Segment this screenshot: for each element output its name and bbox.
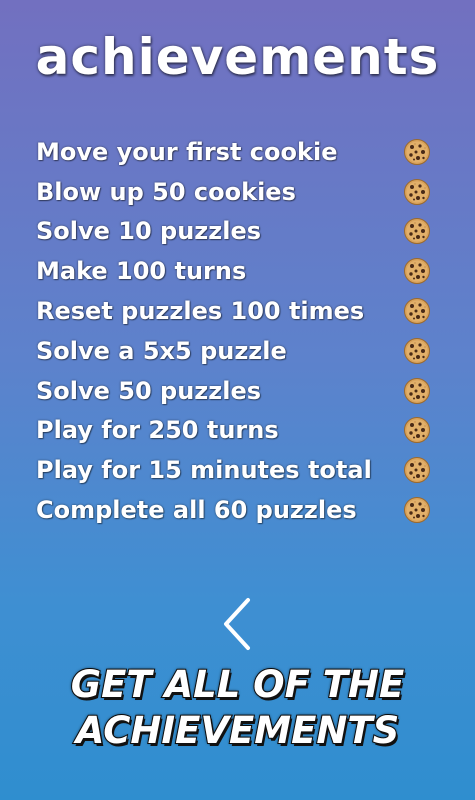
achievement-row: Solve 10 puzzles [36,212,441,252]
achievement-row: Solve a 5x5 puzzle [36,331,441,371]
back-button[interactable] [218,596,258,652]
page-title: achievements [35,28,440,86]
cookie-icon [404,218,430,245]
achievement-label: Reset puzzles 100 times [36,297,365,326]
achievement-label: Play for 250 turns [36,416,279,445]
achievements-list: Move your first cookie Blow up 50 cookie… [36,132,441,530]
achievement-label: Solve a 5x5 puzzle [36,336,287,365]
achievement-label: Make 100 turns [36,257,247,286]
achievement-label: Blow up 50 cookies [36,177,296,206]
cookie-icon [404,497,430,524]
achievements-banner: GET ALL OF THE ACHIEVEMENTS [0,662,475,754]
achievement-label: Complete all 60 puzzles [36,496,357,525]
achievement-label: Move your first cookie [36,137,338,166]
cookie-icon [404,258,430,285]
cookie-icon [404,457,430,484]
cookie-icon [404,337,430,364]
chevron-left-icon [224,598,250,650]
achievement-row: Move your first cookie [36,132,441,172]
achievement-row: Complete all 60 puzzles [36,490,441,530]
cookie-icon [404,298,430,325]
achievement-row: Make 100 turns [36,251,441,291]
achievement-row: Solve 50 puzzles [36,371,441,411]
cookie-icon [404,417,430,444]
achievement-label: Play for 15 minutes total [36,456,372,485]
achievement-row: Play for 15 minutes total [36,450,441,490]
achievement-label: Solve 10 puzzles [36,217,262,246]
cookie-icon [404,178,430,205]
achievement-row: Blow up 50 cookies [36,172,441,212]
cookie-icon [404,138,430,165]
banner-line-1: GET ALL OF THE [70,662,406,707]
achievement-row: Play for 250 turns [36,411,441,451]
banner-line-2: ACHIEVEMENTS [75,708,401,753]
achievement-row: Reset puzzles 100 times [36,291,441,331]
achievement-label: Solve 50 puzzles [36,376,262,405]
cookie-icon [404,377,430,404]
